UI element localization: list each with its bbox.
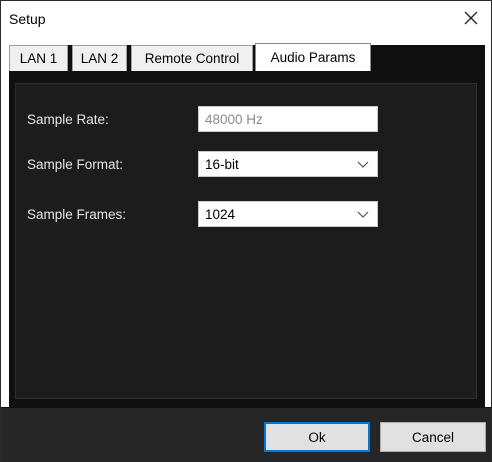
sample-rate-label: Sample Rate:	[27, 112, 109, 127]
cancel-button[interactable]: Cancel	[380, 422, 486, 452]
close-icon	[464, 11, 478, 25]
tab-label: Audio Params	[270, 50, 356, 65]
sample-format-label: Sample Format:	[27, 157, 124, 172]
tab-panel-audio-params: Sample Rate: 48000 Hz Sample Format: 16-…	[9, 71, 485, 407]
tab-strip: LAN 1 LAN 2 Remote Control Audio Params	[9, 43, 485, 71]
sample-rate-value: 48000 Hz	[205, 111, 263, 127]
settings-group: Sample Rate: 48000 Hz Sample Format: 16-…	[15, 83, 477, 399]
dialog-footer: Ok Cancel	[1, 407, 491, 462]
tab-remote-control[interactable]: Remote Control	[131, 45, 253, 71]
tab-label: LAN 1	[19, 51, 58, 66]
close-button[interactable]	[457, 5, 485, 31]
ok-button[interactable]: Ok	[264, 422, 370, 452]
sample-frames-value: 1024	[205, 206, 236, 222]
window-title: Setup	[9, 11, 46, 27]
tab-label: Remote Control	[144, 51, 240, 66]
tab-audio-params[interactable]: Audio Params	[255, 43, 371, 71]
sample-rate-field[interactable]: 48000 Hz	[198, 106, 378, 132]
setup-dialog: Setup LAN 1 LAN 2 Remote Control Audio P…	[0, 0, 492, 462]
cancel-button-label: Cancel	[411, 429, 455, 445]
chevron-down-icon	[357, 161, 369, 168]
sample-format-select[interactable]: 16-bit	[198, 151, 378, 177]
ok-button-label: Ok	[308, 429, 326, 445]
tab-lan-1[interactable]: LAN 1	[9, 45, 68, 71]
sample-frames-select[interactable]: 1024	[198, 201, 378, 227]
tab-label: LAN 2	[80, 51, 119, 66]
chevron-down-icon	[357, 211, 369, 218]
sample-frames-label: Sample Frames:	[27, 207, 127, 222]
title-bar: Setup	[1, 1, 491, 37]
tab-lan-2[interactable]: LAN 2	[72, 45, 127, 71]
sample-format-value: 16-bit	[205, 156, 239, 172]
